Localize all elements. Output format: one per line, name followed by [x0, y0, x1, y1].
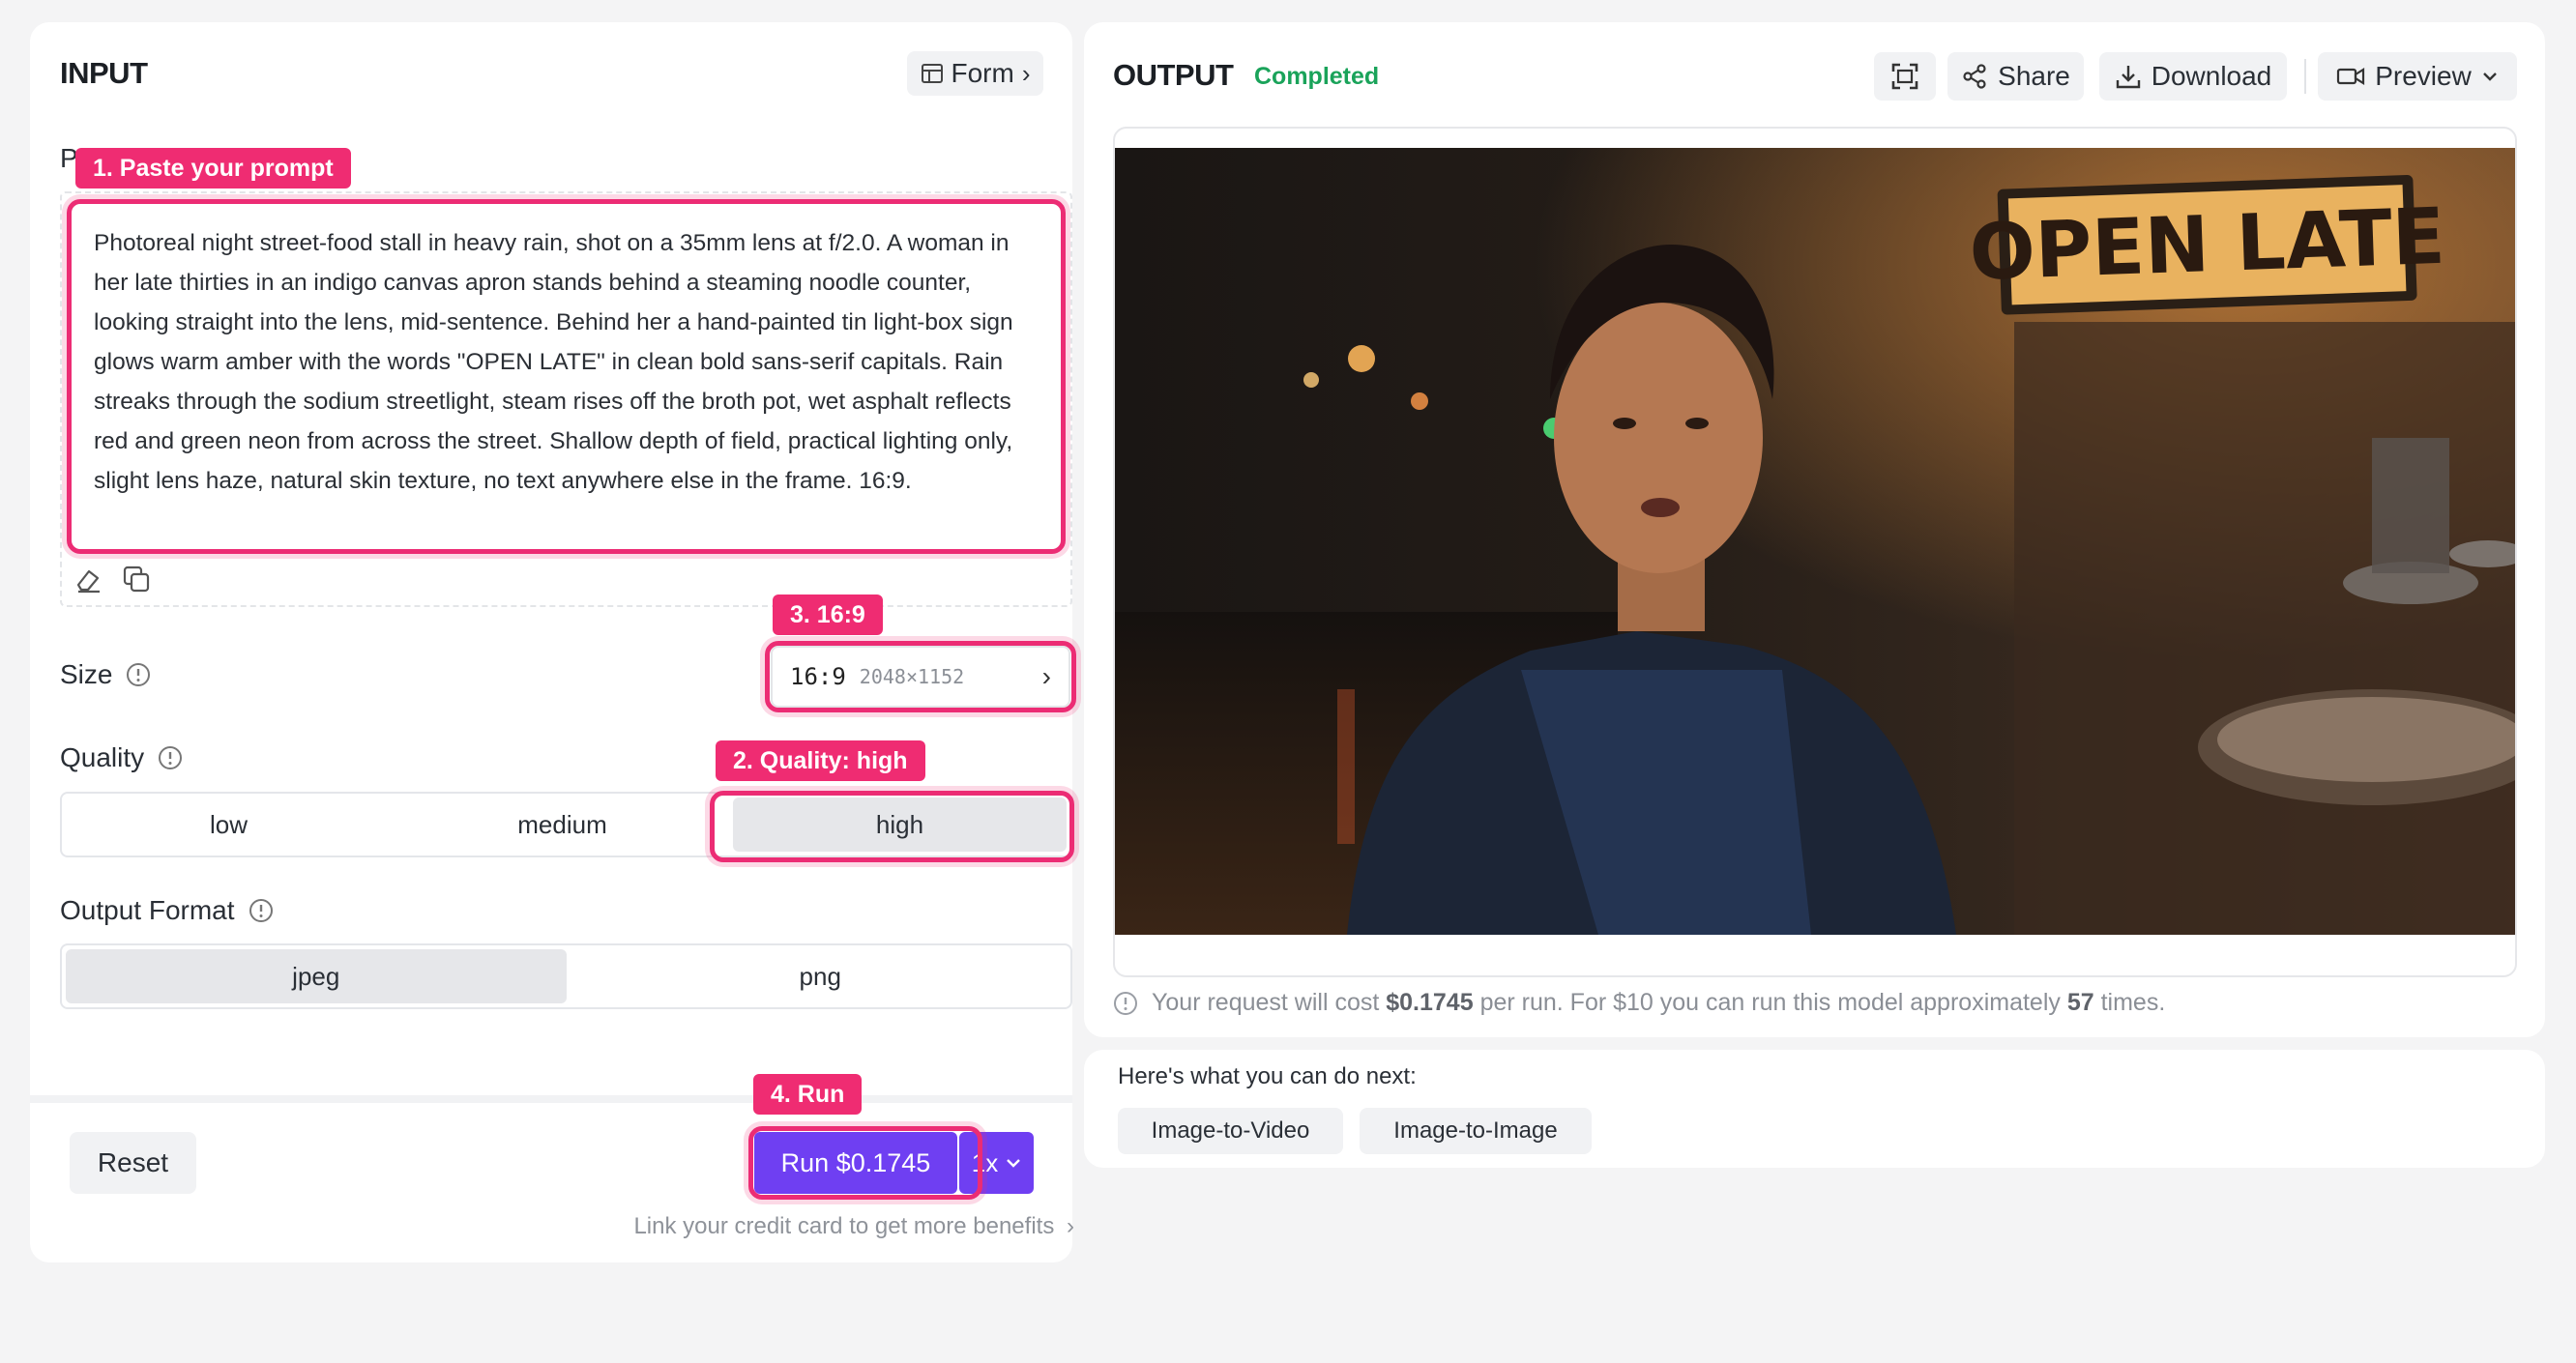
info-icon[interactable] [126, 662, 151, 687]
credit-link-text: Link your credit card to get more benefi… [633, 1213, 1055, 1239]
format-option-png[interactable]: png [571, 945, 1071, 1007]
credit-link[interactable]: Link your credit card to get more benefi… [571, 1213, 1074, 1240]
cost-suffix: times. [2093, 989, 2166, 1016]
table-icon [921, 64, 943, 83]
annotation-step2: 2. Quality: high [716, 740, 925, 781]
info-icon [1114, 991, 1137, 1015]
format-label: Output Format [60, 895, 235, 925]
cost-prefix: Your request will cost [1152, 989, 1387, 1016]
prompt-highlight [67, 199, 1066, 554]
cost-times: 57 [2066, 989, 2094, 1016]
info-icon[interactable] [158, 745, 183, 770]
form-button-label: Form [951, 58, 1014, 88]
format-option-jpeg[interactable]: jpeg [66, 949, 567, 1003]
quality-option-low[interactable]: low [62, 794, 395, 856]
footer-divider [30, 1095, 1072, 1103]
chevron-right-icon: › [1067, 1213, 1074, 1239]
format-row-label: Output Format [60, 895, 274, 926]
image-to-image-button[interactable]: Image-to-Image [1360, 1108, 1592, 1154]
format-segmented: jpeg png [60, 943, 1072, 1009]
size-highlight [765, 641, 1076, 712]
size-label: Size [60, 659, 113, 689]
share-icon [1963, 64, 1986, 89]
chevron-down-icon [1007, 1159, 1021, 1168]
cost-value: $0.1745 [1386, 989, 1474, 1016]
quality-option-medium[interactable]: medium [395, 794, 729, 856]
run-highlight [748, 1126, 982, 1200]
cost-mid: per run. For $10 you can run this model … [1473, 989, 2067, 1016]
toolbar-divider [2304, 59, 2306, 94]
chevron-down-icon [2482, 72, 2497, 81]
output-image[interactable]: OPEN LATE [1115, 148, 2515, 935]
copy-icon[interactable] [121, 564, 152, 594]
download-label: Download [2151, 61, 2272, 91]
download-icon [2116, 66, 2140, 89]
quality-row-label: Quality [60, 742, 183, 773]
prompt-tools [73, 564, 175, 598]
sign-text: OPEN LATE [1968, 191, 2446, 298]
annotation-step3: 3. 16:9 [773, 594, 883, 635]
preview-label: Preview [2375, 61, 2472, 91]
reset-button[interactable]: Reset [70, 1132, 196, 1194]
share-label: Share [1998, 61, 2070, 91]
info-icon[interactable] [249, 898, 274, 923]
annotation-step1: 1. Paste your prompt [75, 148, 351, 188]
chevron-right-icon: › [1021, 58, 1031, 88]
video-camera-icon [2337, 68, 2365, 85]
image-to-video-button[interactable]: Image-to-Video [1118, 1108, 1343, 1154]
input-panel: INPUT Form › P Photoreal night street-fo… [30, 22, 1076, 1262]
share-button[interactable]: Share [1947, 52, 2084, 101]
fullscreen-icon [1891, 63, 1918, 90]
annotation-step4: 4. Run [753, 1074, 863, 1115]
size-row-label: Size [60, 659, 151, 690]
quality-highlight [710, 791, 1074, 862]
quality-label: Quality [60, 742, 145, 772]
next-heading: Here's what you can do next: [1118, 1063, 1417, 1089]
fullscreen-button[interactable] [1874, 52, 1936, 101]
cost-info: Your request will cost $0.1745 per run. … [1113, 989, 2165, 1017]
input-title: INPUT [60, 56, 148, 90]
download-button[interactable]: Download [2099, 52, 2287, 101]
preview-select[interactable]: Preview [2318, 52, 2517, 101]
output-title: OUTPUT [1113, 58, 1234, 92]
status-badge: Completed [1254, 63, 1380, 90]
output-panel: OUTPUT Completed Share Download Preview [1084, 22, 2545, 1037]
form-button[interactable]: Form › [907, 51, 1043, 96]
eraser-icon[interactable] [73, 564, 103, 594]
next-actions-panel: Here's what you can do next: Image-to-Vi… [1084, 1050, 2545, 1168]
